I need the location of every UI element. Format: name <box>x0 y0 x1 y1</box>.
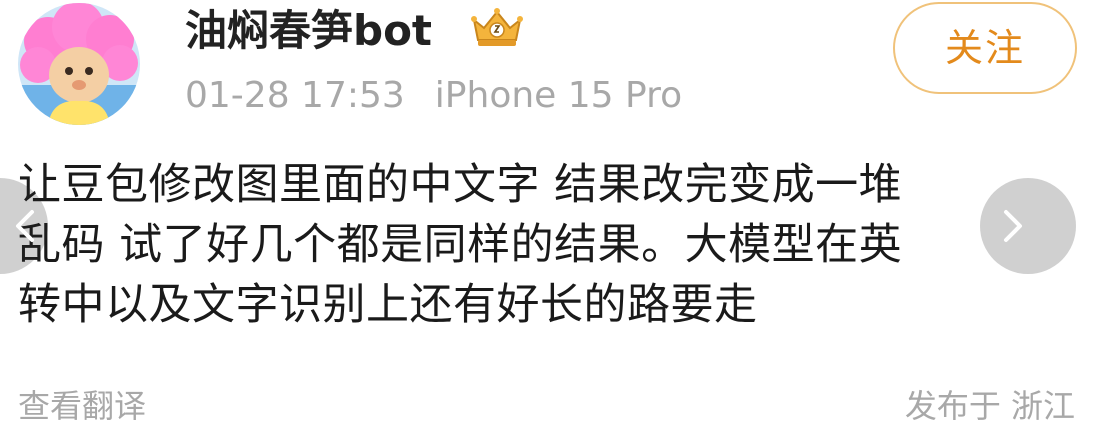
author-name[interactable]: 油焖春笋bot <box>185 3 432 59</box>
post-meta: 01-28 17:53 iPhone 15 Pro <box>185 74 682 118</box>
crown-badge-icon <box>468 6 526 50</box>
avatar[interactable] <box>18 3 140 125</box>
post-location: 发布于 浙江 <box>904 387 1075 425</box>
post-text-line: 乱码 试了好几个都是同样的结果。大模型在英 <box>18 220 903 270</box>
next-image-button[interactable] <box>980 178 1076 274</box>
chevron-right-icon <box>1004 210 1022 242</box>
post-text: 让豆包修改图里面的中文字 结果改完变成一堆 乱码 试了好几个都是同样的结果。大模… <box>18 155 1078 335</box>
post-timestamp: 01-28 17:53 <box>185 75 405 116</box>
post-text-line: 转中以及文字识别上还有好长的路要走 <box>18 280 758 330</box>
cartoon-avatar-icon <box>18 3 140 125</box>
post-text-line: 让豆包修改图里面的中文字 结果改完变成一堆 <box>18 160 903 210</box>
follow-button[interactable]: 关注 <box>893 2 1077 94</box>
post-device: iPhone 15 Pro <box>434 75 683 116</box>
translate-link[interactable]: 查看翻译 <box>18 384 146 428</box>
chevron-left-icon <box>16 210 34 242</box>
